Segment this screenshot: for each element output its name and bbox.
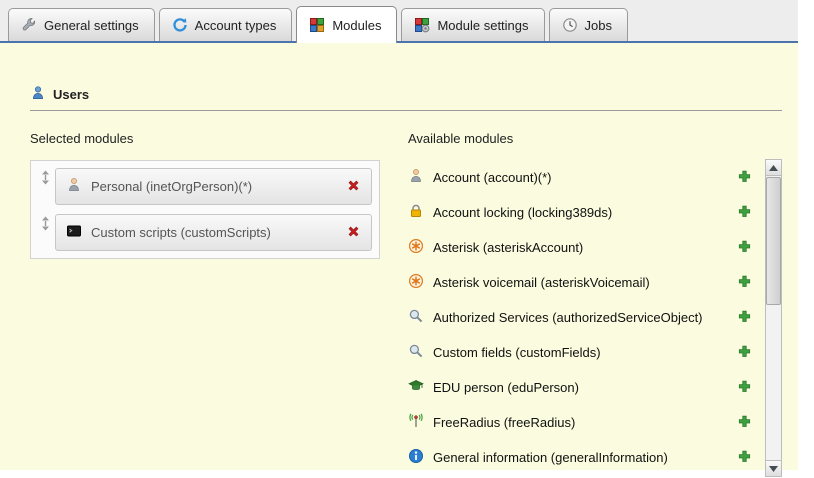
selected-module-label: Personal (inetOrgPerson)(*) bbox=[91, 179, 252, 194]
available-module-label: FreeRadius (freeRadius) bbox=[433, 415, 575, 430]
list-item: FreeRadius (freeRadius) bbox=[408, 405, 752, 440]
available-modules-heading: Available modules bbox=[408, 131, 752, 146]
blocks-gear-icon bbox=[414, 17, 430, 33]
drag-handle-icon[interactable] bbox=[38, 214, 52, 251]
list-item: Custom fields (customFields) bbox=[408, 335, 752, 370]
add-icon bbox=[737, 309, 752, 327]
add-icon bbox=[737, 449, 752, 467]
list-item: EDU person (eduPerson) bbox=[408, 370, 752, 405]
refresh-icon bbox=[172, 17, 188, 33]
selected-modules-box: Personal (inetOrgPerson)(*) bbox=[30, 160, 380, 259]
modules-tab-content: Users Selected modules Person bbox=[0, 43, 798, 475]
lam-configuration-window: General settings Account types Modules M… bbox=[0, 0, 798, 470]
available-module-label: Asterisk voicemail (asteriskVoicemail) bbox=[433, 275, 650, 290]
list-item: Custom scripts (customScripts) bbox=[38, 214, 372, 251]
add-module-button[interactable] bbox=[737, 309, 752, 327]
add-module-button[interactable] bbox=[737, 379, 752, 397]
person-icon bbox=[408, 168, 424, 187]
add-icon bbox=[737, 344, 752, 362]
wrench-icon bbox=[21, 17, 37, 33]
selected-modules-column: Selected modules Personal (inetOrgPerson… bbox=[30, 131, 380, 475]
add-icon bbox=[737, 204, 752, 222]
lock-icon bbox=[408, 203, 424, 222]
tab-label: Module settings bbox=[437, 18, 528, 33]
add-icon bbox=[737, 414, 752, 432]
users-section-header: Users bbox=[30, 85, 782, 111]
modules-columns: Selected modules Personal (inetOrgPerson… bbox=[30, 131, 782, 475]
list-item: Account locking (locking389ds) bbox=[408, 195, 752, 230]
add-module-button[interactable] bbox=[737, 449, 752, 467]
tab-module-settings[interactable]: Module settings bbox=[401, 8, 544, 41]
person-icon bbox=[66, 177, 82, 196]
selected-module-row: Custom scripts (customScripts) bbox=[55, 214, 372, 251]
terminal-icon bbox=[66, 223, 82, 242]
available-modules-column: Available modules Account (account)(*) bbox=[408, 131, 782, 475]
magnifier-icon bbox=[408, 308, 424, 327]
tab-jobs[interactable]: Jobs bbox=[549, 8, 628, 41]
available-module-label: Authorized Services (authorizedServiceOb… bbox=[433, 310, 703, 325]
tab-general-settings[interactable]: General settings bbox=[8, 8, 155, 41]
scrollbar-thumb[interactable] bbox=[766, 177, 781, 305]
add-module-button[interactable] bbox=[737, 414, 752, 432]
tab-label: Modules bbox=[332, 18, 381, 33]
section-title: Users bbox=[53, 87, 89, 102]
list-item: Asterisk voicemail (asteriskVoicemail) bbox=[408, 265, 752, 300]
selected-modules-heading: Selected modules bbox=[30, 131, 380, 146]
add-icon bbox=[737, 379, 752, 397]
tab-label: Jobs bbox=[585, 18, 612, 33]
add-module-button[interactable] bbox=[737, 274, 752, 292]
list-item: Authorized Services (authorizedServiceOb… bbox=[408, 300, 752, 335]
add-module-button[interactable] bbox=[737, 169, 752, 187]
tab-account-types[interactable]: Account types bbox=[159, 8, 293, 41]
list-item: Asterisk (asteriskAccount) bbox=[408, 230, 752, 265]
magnifier-icon bbox=[408, 343, 424, 362]
list-item: Personal (inetOrgPerson)(*) bbox=[38, 168, 372, 205]
list-item: Account (account)(*) bbox=[408, 160, 752, 195]
add-module-button[interactable] bbox=[737, 344, 752, 362]
delete-icon bbox=[346, 178, 361, 196]
available-module-label: Account (account)(*) bbox=[433, 170, 552, 185]
info-icon bbox=[408, 448, 424, 467]
remove-module-button[interactable] bbox=[346, 178, 361, 196]
remove-module-button[interactable] bbox=[346, 224, 361, 242]
list-item: General information (generalInformation) bbox=[408, 440, 752, 475]
tab-label: Account types bbox=[195, 18, 277, 33]
clock-icon bbox=[562, 17, 578, 33]
available-module-label: Custom fields (customFields) bbox=[433, 345, 601, 360]
tab-label: General settings bbox=[44, 18, 139, 33]
drag-handle-icon[interactable] bbox=[38, 168, 52, 205]
add-icon bbox=[737, 274, 752, 292]
add-icon bbox=[737, 239, 752, 257]
scroll-down-arrow[interactable] bbox=[766, 460, 781, 476]
add-icon bbox=[737, 169, 752, 187]
user-icon bbox=[30, 85, 46, 104]
available-module-label: Account locking (locking389ds) bbox=[433, 205, 612, 220]
available-module-label: EDU person (eduPerson) bbox=[433, 380, 579, 395]
scroll-up-arrow[interactable] bbox=[766, 160, 781, 176]
add-module-button[interactable] bbox=[737, 204, 752, 222]
config-tabbar: General settings Account types Modules M… bbox=[0, 0, 798, 43]
selected-module-row: Personal (inetOrgPerson)(*) bbox=[55, 168, 372, 205]
graduation-icon bbox=[408, 378, 424, 397]
asterisk-icon bbox=[408, 238, 424, 257]
delete-icon bbox=[346, 224, 361, 242]
add-module-button[interactable] bbox=[737, 239, 752, 257]
selected-module-label: Custom scripts (customScripts) bbox=[91, 225, 271, 240]
available-module-label: Asterisk (asteriskAccount) bbox=[433, 240, 583, 255]
available-modules-scrollbar[interactable] bbox=[765, 159, 782, 477]
tab-modules[interactable]: Modules bbox=[296, 6, 397, 43]
antenna-icon bbox=[408, 413, 424, 432]
available-module-label: General information (generalInformation) bbox=[433, 450, 668, 465]
blocks-icon bbox=[309, 17, 325, 33]
asterisk-icon bbox=[408, 273, 424, 292]
